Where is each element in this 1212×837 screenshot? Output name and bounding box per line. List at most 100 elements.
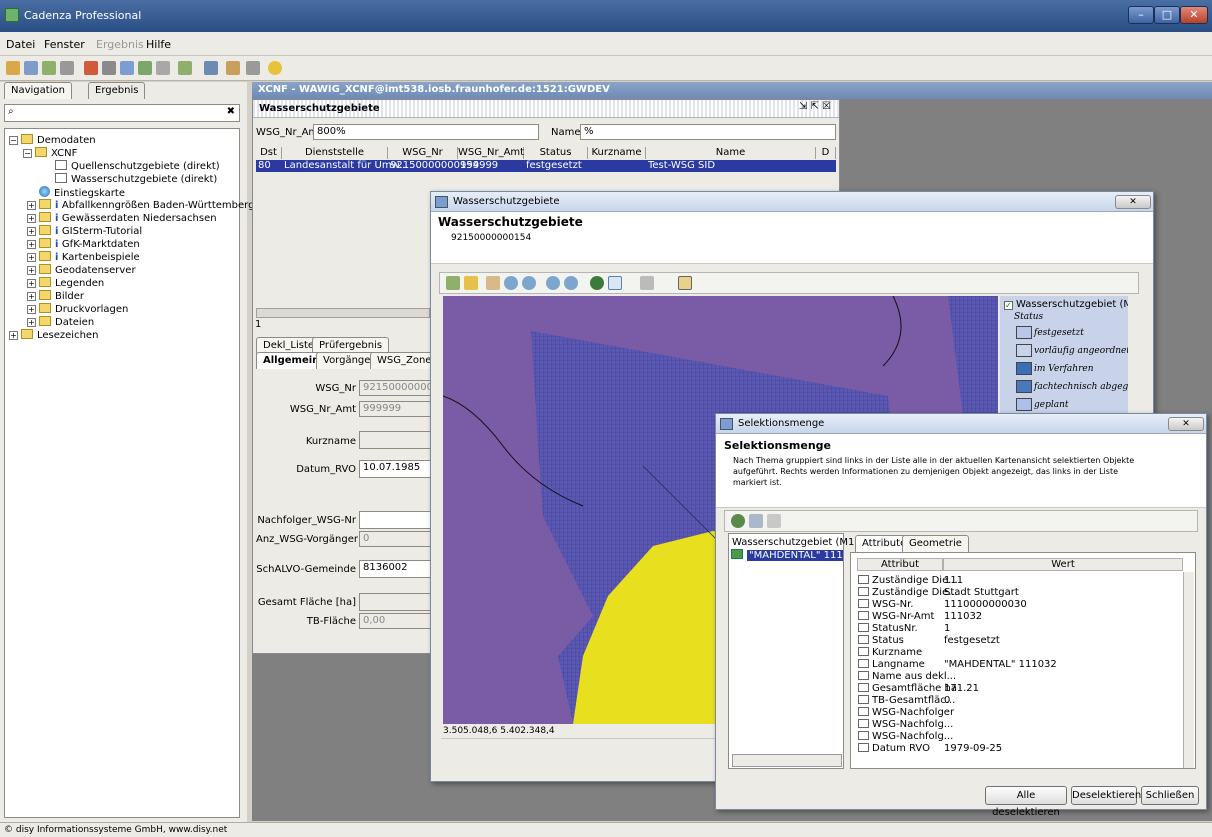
list-item[interactable]: "MAHDENTAL" 111032 [731, 549, 843, 562]
pan-icon[interactable] [486, 276, 500, 290]
col-d[interactable]: D [816, 147, 836, 159]
minimize-button[interactable]: – [1128, 6, 1154, 24]
select-icon[interactable] [608, 276, 622, 290]
tree-node-gfk[interactable]: + i GfK-Marktdaten [27, 238, 140, 250]
layers-icon[interactable] [446, 276, 460, 290]
alle-deselektieren-button[interactable]: Alle deselektieren [985, 786, 1067, 818]
deselect-icon[interactable] [767, 514, 781, 528]
zoom-full-icon[interactable] [564, 276, 578, 290]
tab-ergebnis[interactable]: Ergebnis [88, 82, 146, 99]
col-dienststelle[interactable]: Dienststelle [282, 147, 388, 159]
tab-geometrie[interactable]: Geometrie [902, 535, 969, 552]
tree-node-abfall[interactable]: + i Abfallkenngrößen Baden-Württemberg [27, 199, 254, 211]
measure-icon[interactable] [640, 276, 654, 290]
list-group[interactable]: Wasserschutzgebiet (M1) [732, 537, 858, 548]
zoom-to-icon[interactable] [731, 514, 745, 528]
attribute-vscrollbar[interactable] [1183, 572, 1194, 768]
attribute-value: 1979-09-25 [944, 743, 1003, 754]
map-close-button[interactable]: ✕ [1115, 195, 1151, 209]
col-wsg-nr-amt[interactable]: WSG_Nr_Amt [458, 147, 524, 159]
help-icon[interactable] [268, 61, 282, 75]
col-attribut[interactable]: Attribut [857, 558, 943, 571]
col-wert[interactable]: Wert [943, 558, 1183, 571]
field-tb-flaeche[interactable]: 0,00 [359, 613, 431, 629]
tree-node-quellenschutz[interactable]: Quellenschutzgebiete (direkt) [55, 160, 220, 172]
copyright-text: © disy Informationssysteme GmbH, www.dis… [4, 825, 228, 835]
tree-node-gisterm[interactable]: + i GISterm-Tutorial [27, 225, 142, 237]
clear-icon[interactable]: ✖ [227, 106, 235, 117]
tree-node-bilder[interactable]: + Bilder [27, 290, 84, 302]
close-button[interactable]: ✕ [1180, 6, 1208, 24]
tree-node-kartenbeispiele[interactable]: + i Kartenbeispiele [27, 251, 140, 263]
chart-icon[interactable] [138, 61, 152, 75]
menu-ergebnis[interactable]: Ergebnis [96, 38, 144, 51]
menu-hilfe[interactable]: Hilfe [146, 38, 171, 51]
field-wsg-nr[interactable]: 92150000000154 [359, 380, 431, 396]
field-datum-rvo[interactable]: 10.07.1985 [359, 460, 431, 478]
edit-icon[interactable] [226, 61, 240, 75]
home-icon[interactable] [6, 61, 20, 75]
tree-node-xcnf[interactable]: − XCNF [23, 147, 77, 159]
deselektieren-button[interactable]: Deselektieren [1071, 786, 1141, 805]
globe-icon[interactable] [590, 276, 604, 290]
open-icon[interactable] [464, 276, 478, 290]
tree-node-druckvorlagen[interactable]: + Druckvorlagen [27, 303, 128, 315]
tree-node-gewaesser[interactable]: + i Gewässerdaten Niedersachsen [27, 212, 217, 224]
table-icon[interactable] [749, 514, 763, 528]
field-gemeinde[interactable]: 8136002 [359, 560, 431, 578]
window-controls-icon[interactable]: ⇲ ⇱ ☒ [799, 101, 831, 112]
table-icon[interactable] [120, 61, 134, 75]
tree2-icon[interactable] [178, 61, 192, 75]
label-nachfolger: Nachfolger_WSG-Nr [257, 515, 356, 526]
menu-fenster[interactable]: Fenster [44, 38, 85, 51]
info-icon[interactable] [678, 276, 692, 290]
label-datum-rvo: Datum_RVO [296, 464, 356, 475]
properties-icon[interactable] [24, 61, 38, 75]
report-icon[interactable] [156, 61, 170, 75]
tree-node-geodatenserver[interactable]: + Geodatenserver [27, 264, 136, 276]
col-dst[interactable]: Dst [256, 147, 282, 159]
col-status[interactable]: Status [524, 147, 588, 159]
legend-layer[interactable]: ✓Wasserschutzgebiet (M1) [1004, 299, 1128, 310]
query-icon[interactable] [102, 61, 116, 75]
attribute-value: 171.21 [944, 683, 979, 694]
tree-node-demodaten[interactable]: − Demodaten [9, 134, 96, 146]
menu-datei[interactable]: Datei [6, 38, 35, 51]
table-hscrollbar[interactable] [256, 308, 430, 318]
globe-icon[interactable] [84, 61, 98, 75]
tree-node-wasserschutz[interactable]: Wasserschutzgebiete (direkt) [55, 173, 217, 185]
zoom-in-icon[interactable] [504, 276, 518, 290]
globe-icon [39, 186, 50, 197]
legend-swatch [1016, 362, 1032, 375]
datatype-icon [858, 719, 869, 728]
list-hscrollbar[interactable] [732, 754, 842, 767]
tree-node-dateien[interactable]: + Dateien [27, 316, 94, 328]
field-anz-vorgaenger[interactable]: 0 [359, 531, 431, 547]
tree-node-einstiegskarte[interactable]: Einstiegskarte [39, 186, 125, 199]
field-kurzname[interactable] [359, 431, 431, 449]
field-wsg-nr-amt[interactable]: 999999 [359, 401, 431, 417]
tree-icon[interactable] [42, 61, 56, 75]
window-icon[interactable] [204, 61, 218, 75]
selection-close-icon[interactable]: ✕ [1168, 417, 1204, 431]
filter-name[interactable]: % [580, 124, 836, 140]
nav-search-input[interactable]: ⌕ ✖ [4, 104, 240, 122]
col-kurzname[interactable]: Kurzname [588, 147, 646, 159]
cut-icon[interactable] [60, 61, 74, 75]
tree-node-lesezeichen[interactable]: + Lesezeichen [9, 329, 98, 341]
schliessen-button[interactable]: Schließen [1141, 786, 1199, 805]
tab-navigation[interactable]: Navigation [4, 82, 72, 99]
field-gesamt-flaeche[interactable] [359, 593, 431, 611]
tab-wsg-zone[interactable]: WSG_Zone [370, 352, 439, 369]
maximize-button[interactable]: □ [1154, 6, 1180, 24]
attribute-name: Kurzname [858, 647, 922, 658]
tree-node-legenden[interactable]: + Legenden [27, 277, 104, 289]
col-name[interactable]: Name [646, 147, 816, 159]
export-icon[interactable] [246, 61, 260, 75]
col-wsg-nr[interactable]: WSG_Nr [388, 147, 458, 159]
filter-wsg-nr-amt[interactable]: 800% [313, 124, 539, 140]
zoom-out-icon[interactable] [522, 276, 536, 290]
zoom-box-icon[interactable] [546, 276, 560, 290]
table-row[interactable]: 80 Landesanstalt für Umw... 921500000001… [256, 160, 836, 172]
field-nachfolger[interactable] [359, 511, 431, 529]
